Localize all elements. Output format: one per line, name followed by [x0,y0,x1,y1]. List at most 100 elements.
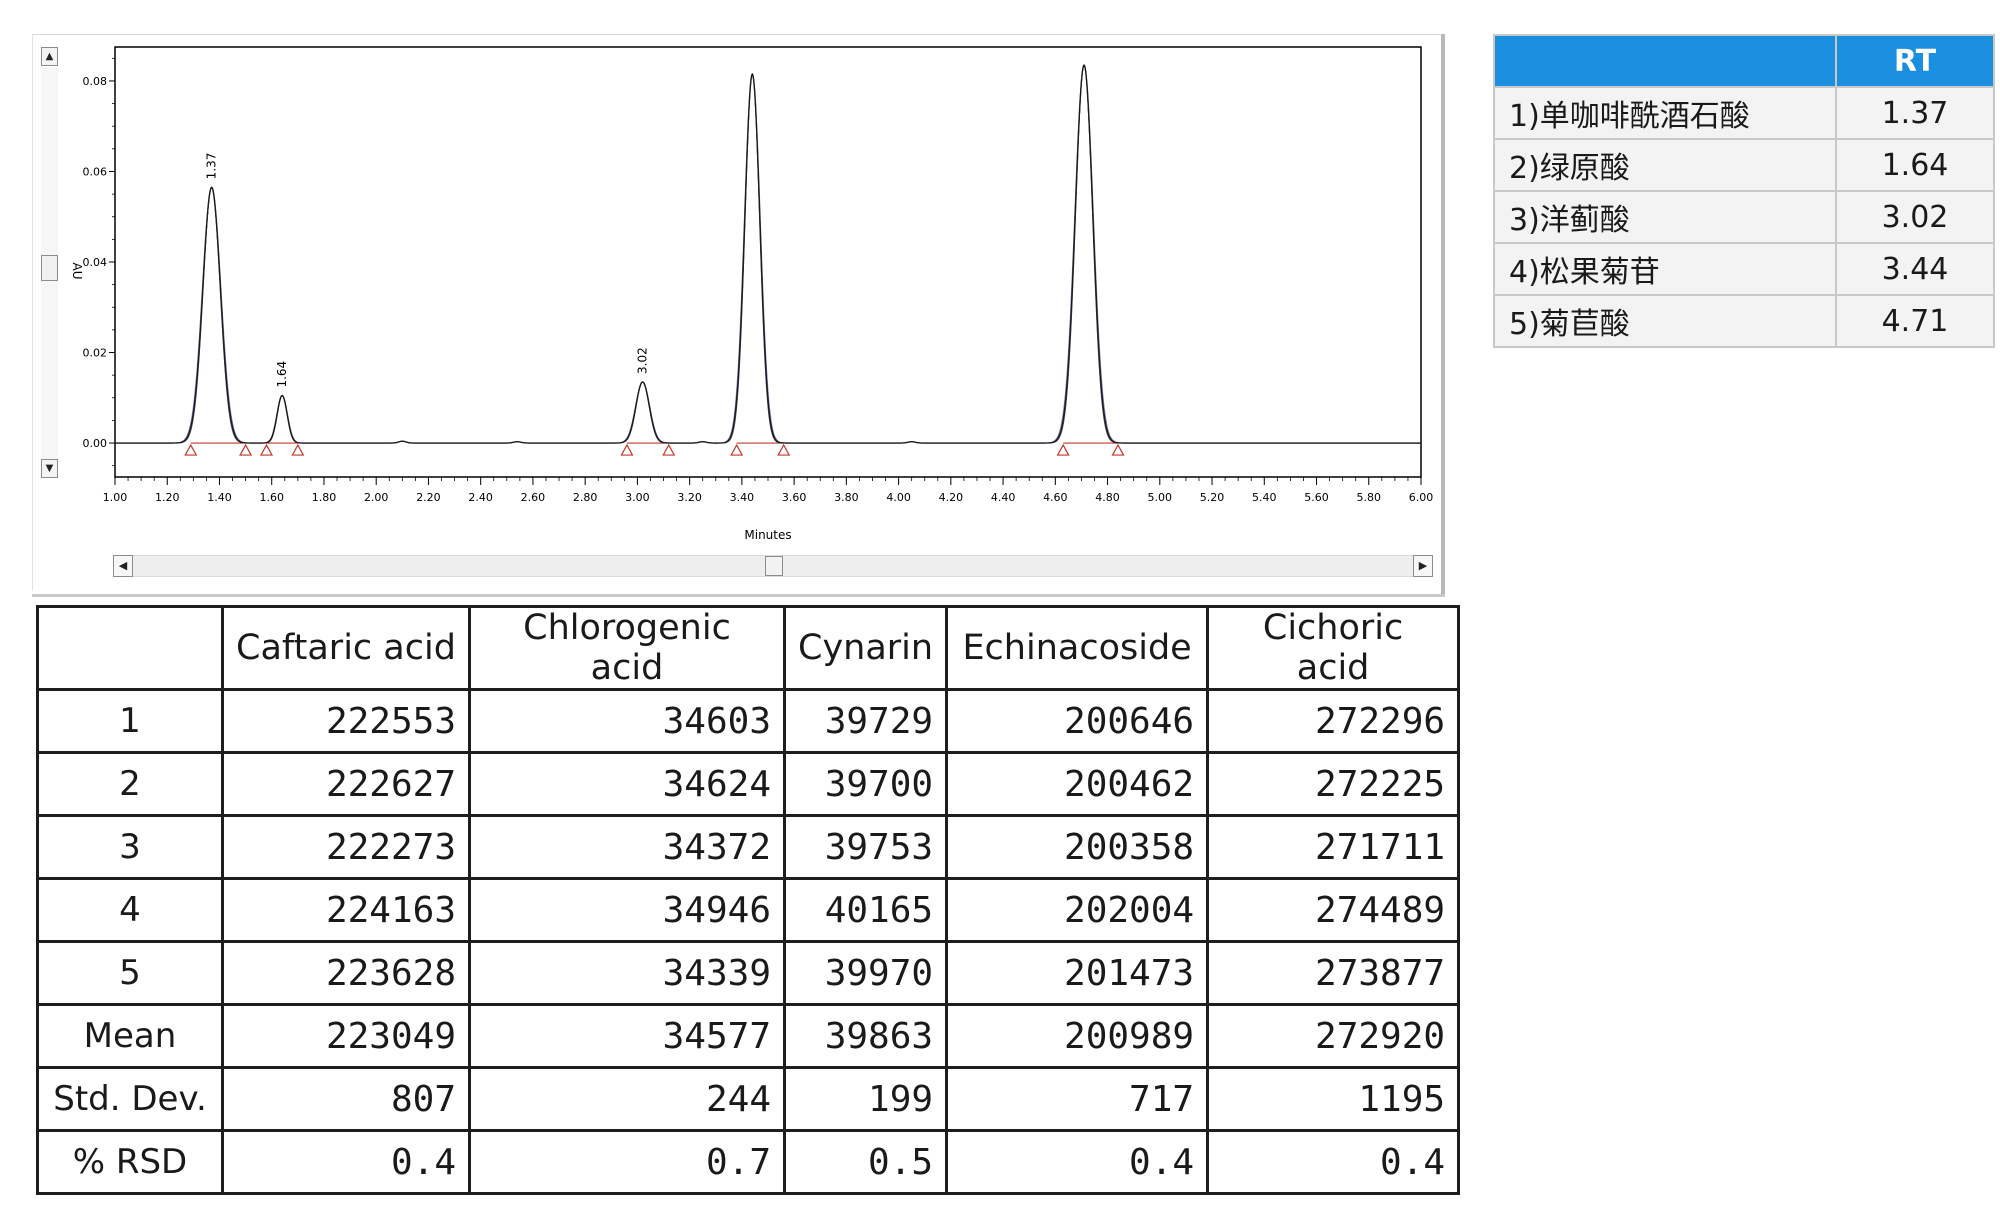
table-row: 3)洋蓟酸 3.02 [1493,190,1995,244]
peak-end-marker [291,443,305,456]
peak-area-table: Caftaric acid Chlorogenic acid Cynarin E… [36,605,1461,1195]
retention-time: 1.37 [1835,86,1995,140]
peak-start-marker [730,443,744,456]
peak-area-cell: 223628 [221,940,471,1006]
peak-label: 1.64 [275,361,289,388]
horizontal-scroll-thumb[interactable] [765,556,783,576]
table-row: 5)菊苣酸 4.71 [1493,294,1995,348]
peak-end-marker [662,443,676,456]
peak-fit-3 [626,381,669,444]
peak-area-cell: 34946 [468,877,786,943]
peak-area-cell: 39970 [782,940,949,1006]
y-tick-label: 0.06 [83,165,108,178]
scroll-down-button[interactable]: ▼ [41,459,58,478]
x-tick-label: 1.00 [103,491,128,504]
compound-name: 5)菊苣酸 [1493,294,1837,348]
column-header-blank [36,605,224,691]
peak-area-cell: 244 [468,1066,786,1132]
peak-start-marker [1056,443,1070,456]
peak-area-cell: 273877 [1206,940,1461,1006]
y-axis-label: AU [70,263,84,280]
scroll-left-button[interactable]: ◀ [113,555,133,577]
retention-time: 3.44 [1835,242,1995,296]
peak-area-cell: 0.4 [221,1129,471,1195]
x-tick-label: 2.00 [364,491,389,504]
column-header-echinacoside: Echinacoside [945,605,1210,691]
y-tick-label: 0.08 [83,75,108,88]
table-row: % RSD 0.4 0.7 0.5 0.4 0.4 [36,1129,1461,1195]
peak-area-cell: 34577 [468,1003,786,1069]
peak-area-cell: 200358 [945,814,1210,880]
x-tick-label: 2.40 [468,491,493,504]
peak-area-cell: 199 [782,1066,949,1132]
scroll-up-button[interactable]: ▲ [41,47,58,66]
rt-header-blank [1493,34,1837,88]
peak-start-marker [259,443,274,456]
row-label: 2 [36,751,224,817]
peak-end-marker [239,443,253,456]
overlay-trace [115,64,1421,444]
peak-area-cell: 40165 [782,877,949,943]
peak-area-cell: 0.7 [468,1129,786,1195]
peak-label: 1.37 [205,153,219,180]
peak-area-cell: 271711 [1206,814,1461,880]
table-row: Mean 223049 34577 39863 200989 272920 [36,1003,1461,1069]
peak-area-cell: 34339 [468,940,786,1006]
peak-area-cell: 807 [221,1066,471,1132]
x-tick-label: 6.00 [1409,491,1434,504]
row-label: Mean [36,1003,224,1069]
column-header-cichoric-acid: Cichoric acid [1206,605,1461,691]
peak-start-marker [184,443,198,456]
table-row: 2)绿原酸 1.64 [1493,138,1995,192]
x-tick-label: 5.80 [1357,491,1382,504]
x-tick-label: 1.60 [259,491,284,504]
chromatogram-panel: 0.00 0.02 0.04 0.06 0.08 1.00 1.20 1.40 1.60 1.8… [32,34,1443,591]
peak-area-cell: 200646 [945,688,1210,754]
vertical-scroll-thumb[interactable] [41,255,58,281]
peak-area-cell: 222553 [221,688,471,754]
table-row: 4 224163 34946 40165 202004 274489 [36,877,1461,943]
peak-end-marker [1111,443,1125,456]
panel-divider [32,594,1445,597]
row-label: % RSD [36,1129,224,1195]
x-tick-label: 3.60 [782,491,807,504]
peak-area-cell: 272225 [1206,751,1461,817]
retention-time: 3.02 [1835,190,1995,244]
x-tick-label: 1.80 [312,491,337,504]
x-tick-label: 5.20 [1200,491,1225,504]
panel-divider [1441,34,1445,596]
peak-area-cell: 200462 [945,751,1210,817]
table-header-row: Caftaric acid Chlorogenic acid Cynarin E… [36,605,1461,691]
peak-area-cell: 202004 [945,877,1210,943]
peak-area-cell: 223049 [221,1003,471,1069]
peak-fit-5 [1062,64,1119,444]
peak-area-cell: 717 [945,1066,1210,1132]
x-tick-label: 3.80 [834,491,859,504]
scroll-right-button[interactable]: ▶ [1413,555,1433,577]
peak-fit-1 [190,186,246,444]
peak-area-cell: 1195 [1206,1066,1461,1132]
table-row: 1)单咖啡酰酒石酸 1.37 [1493,86,1995,140]
x-tick-label: 5.60 [1304,491,1329,504]
x-axis-label: Minutes [744,528,791,542]
x-tick-label: 2.60 [521,491,546,504]
retention-time: 4.71 [1835,294,1995,348]
chromatogram-plot: 0.00 0.02 0.04 0.06 0.08 1.00 1.20 1.40 1.60 1.8… [70,46,1434,542]
peak-area-cell: 39863 [782,1003,949,1069]
row-label: 3 [36,814,224,880]
y-tick-label: 0.04 [83,256,108,269]
x-tick-label: 3.40 [730,491,755,504]
row-label: Std. Dev. [36,1066,224,1132]
peak-area-cell: 39729 [782,688,949,754]
row-label: 4 [36,877,224,943]
peak-area-cell: 222273 [221,814,471,880]
peak-area-cell: 272296 [1206,688,1461,754]
column-header-chlorogenic-acid: Chlorogenic acid [468,605,786,691]
compound-name: 4)松果菊苷 [1493,242,1837,296]
column-header-caftaric-acid: Caftaric acid [221,605,471,691]
table-row: 3 222273 34372 39753 200358 271711 [36,814,1461,880]
x-tick-label: 3.20 [677,491,702,504]
peak-area-cell: 34372 [468,814,786,880]
row-label: 1 [36,688,224,754]
peak-area-cell: 200989 [945,1003,1210,1069]
